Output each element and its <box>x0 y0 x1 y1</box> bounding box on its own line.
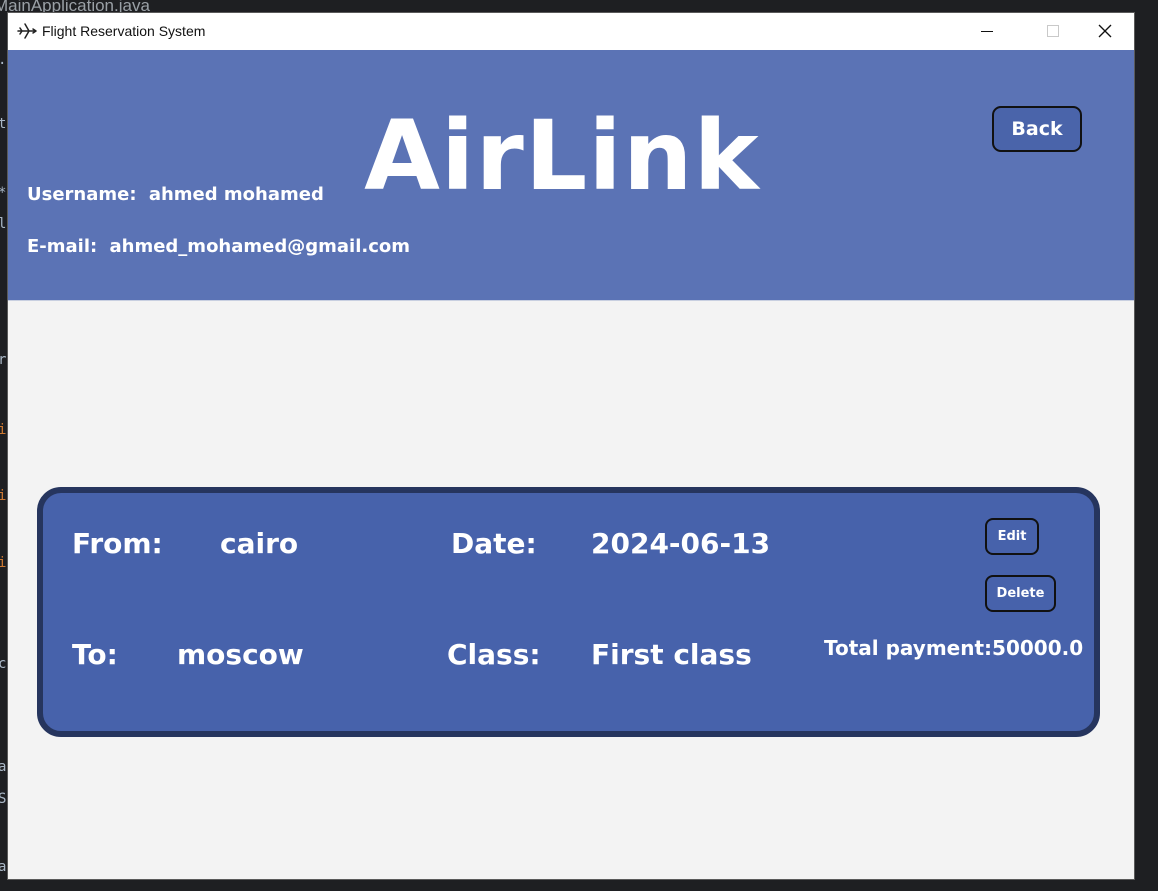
maximize-icon <box>1047 25 1059 37</box>
window-titlebar[interactable]: Flight Reservation System <box>8 13 1134 50</box>
reservation-card: From: cairo Date: 2024-06-13 To: moscow … <box>37 487 1100 737</box>
from-value: cairo <box>220 527 299 560</box>
code-fragment: i <box>0 555 7 571</box>
delete-button[interactable]: Delete <box>985 575 1056 612</box>
code-fragment: a <box>0 759 7 775</box>
total-payment-value: 50000.0 <box>992 636 1084 660</box>
class-label: Class: <box>447 638 541 671</box>
username-label: Username: <box>27 184 137 205</box>
airplane-icon <box>17 23 37 39</box>
email-row: E-mail: ahmed_mohamed@gmail.com <box>27 236 410 257</box>
close-icon <box>1098 24 1112 38</box>
code-fragment: a <box>0 859 7 875</box>
email-label: E-mail: <box>27 236 98 257</box>
class-value: First class <box>591 638 752 671</box>
app-header: Username: ahmed mohamed E-mail: ahmed_mo… <box>8 50 1134 301</box>
back-button[interactable]: Back <box>992 106 1082 152</box>
from-label: From: <box>72 527 163 560</box>
code-fragment: c <box>0 656 7 672</box>
code-fragment: i <box>0 488 7 504</box>
code-fragment: l <box>0 216 7 232</box>
code-fragment: r <box>0 352 7 368</box>
window-title: Flight Reservation System <box>42 23 206 39</box>
flight-reservation-window: Flight Reservation System Username: ahme… <box>8 13 1134 879</box>
total-payment: Total payment:50000.0 <box>824 636 1083 660</box>
username-row: Username: ahmed mohamed <box>27 184 324 205</box>
date-label: Date: <box>451 527 537 560</box>
email-value: ahmed_mohamed@gmail.com <box>109 236 411 257</box>
to-value: moscow <box>177 638 304 671</box>
username-value: ahmed mohamed <box>148 184 324 205</box>
close-button[interactable] <box>1076 13 1134 50</box>
edit-button[interactable]: Edit <box>985 518 1039 555</box>
minimize-button[interactable] <box>958 13 1016 50</box>
code-fragment: * <box>0 185 6 201</box>
airlink-logo: AirLink <box>364 100 760 212</box>
code-fragment: S <box>0 791 7 807</box>
total-payment-label: Total payment: <box>824 636 993 660</box>
code-fragment: t <box>0 116 7 132</box>
code-fragment: i <box>0 422 7 438</box>
maximize-button[interactable] <box>1016 13 1074 50</box>
code-fragment: . <box>0 52 6 68</box>
to-label: To: <box>72 638 118 671</box>
date-value: 2024-06-13 <box>591 527 771 560</box>
minimize-icon <box>981 31 993 32</box>
